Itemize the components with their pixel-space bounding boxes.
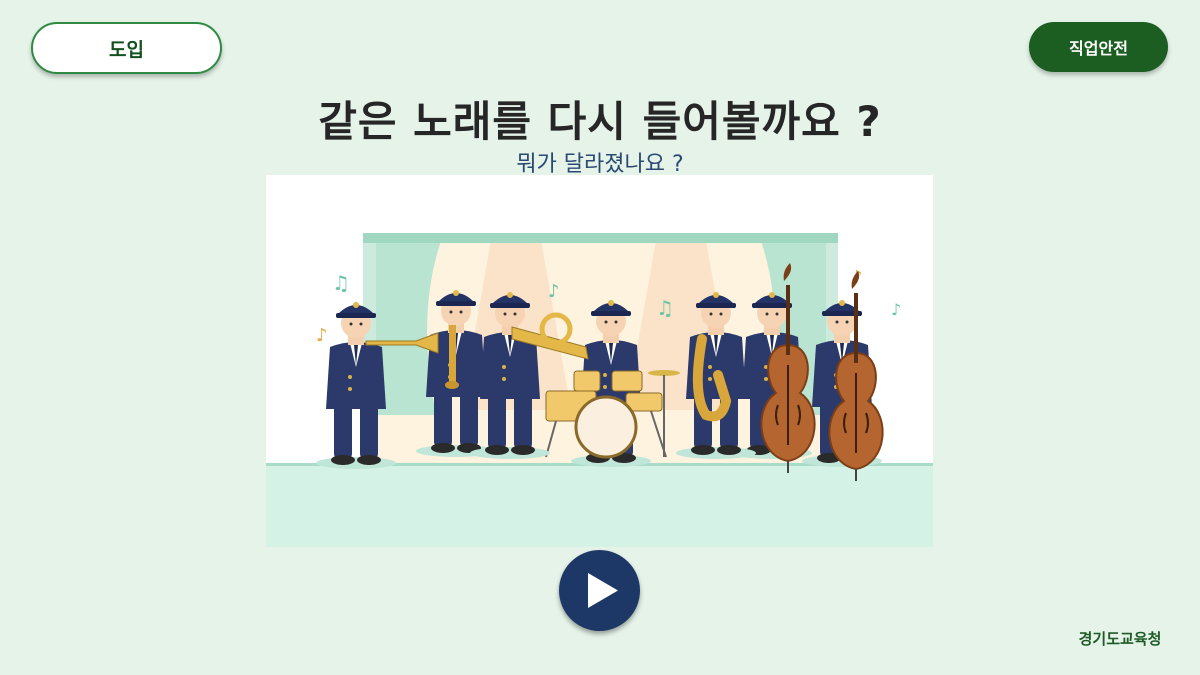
- svg-text:♪: ♪: [891, 300, 901, 319]
- organization-label: 경기도교육청: [1078, 630, 1162, 648]
- play-button[interactable]: [559, 550, 640, 631]
- page-subtitle: 뭐가 달라졌나요 ?: [516, 152, 684, 177]
- play-icon: [588, 573, 618, 608]
- svg-text:♪: ♪: [548, 281, 560, 302]
- intro-button[interactable]: 도입: [31, 22, 222, 74]
- band-illustration: ♫ ♪ ♪ ♫ ♪ ♪: [266, 175, 933, 547]
- page-title: 같은 노래를 다시 들어볼까요 ?: [318, 97, 882, 146]
- topic-button[interactable]: 직업안전: [1029, 22, 1168, 72]
- svg-text:♪: ♪: [316, 325, 328, 346]
- svg-text:♫: ♫: [656, 296, 674, 320]
- svg-text:♫: ♫: [332, 271, 350, 295]
